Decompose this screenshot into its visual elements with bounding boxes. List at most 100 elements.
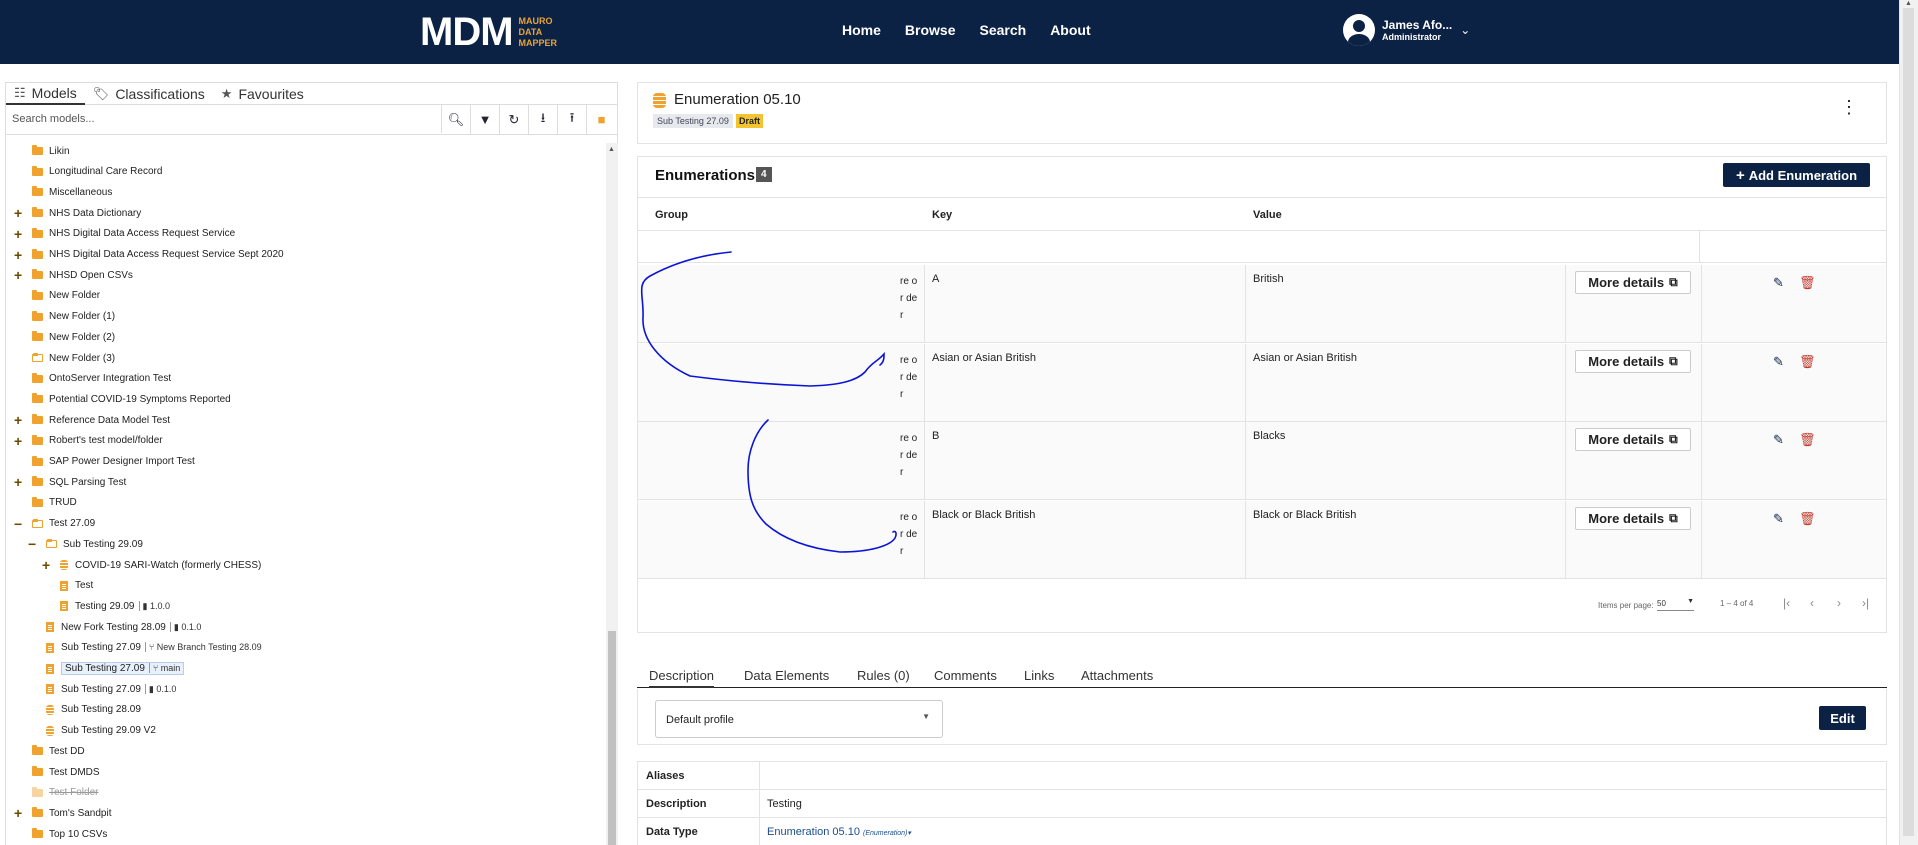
nav-browse[interactable]: Browse (905, 22, 956, 38)
delete-icon[interactable]: 🗑︎ (1799, 354, 1816, 370)
tree-item[interactable]: + Tom's Sandpit (14, 804, 112, 822)
tab-favourites[interactable]: ★ Favourites (213, 83, 312, 105)
edit-icon[interactable]: ✎ (1773, 354, 1784, 370)
tree-item[interactable]: Test (60, 577, 93, 595)
tree-item[interactable]: TRUD (32, 494, 77, 512)
refresh-button[interactable]: ↻ (500, 105, 529, 134)
tree-item[interactable]: Test DMDS (32, 763, 100, 781)
tree-item[interactable]: − Test 27.09 (14, 515, 95, 533)
search-button[interactable]: 🔍︎ (442, 105, 471, 134)
tab-description[interactable]: Description (649, 668, 715, 688)
delete-icon[interactable]: 🗑︎ (1799, 511, 1816, 527)
expand-icon[interactable]: + (14, 205, 26, 221)
nav-about[interactable]: About (1050, 22, 1090, 38)
tree-item[interactable]: Top 10 CSVs (32, 825, 107, 843)
more-details-button[interactable]: More details ⧉ (1575, 428, 1691, 451)
prev-page-icon[interactable]: ‹ (1810, 596, 1814, 610)
tab-rules[interactable]: Rules (0) (857, 668, 910, 683)
tree-item[interactable]: Sub Testing 29.09 V2 (46, 722, 156, 740)
tree-item[interactable]: + NHS Data Dictionary (14, 204, 141, 222)
tree-item[interactable]: Sub Testing 27.09 ▮ 0.1.0 (46, 680, 177, 698)
parent-badge[interactable]: Sub Testing 27.09 (653, 114, 733, 128)
tree-scrollbar[interactable]: ▲ (606, 143, 618, 845)
add-enumeration-button[interactable]: + Add Enumeration (1723, 163, 1870, 187)
more-details-button[interactable]: More details ⧉ (1575, 507, 1691, 530)
tree-item[interactable]: Potential COVID-19 Symptoms Reported (32, 390, 231, 408)
tab-classifications[interactable]: 🏷︎ Classifications (85, 83, 213, 105)
tree-item[interactable]: Sub Testing 27.09 ⑂ main (46, 660, 185, 678)
edit-button[interactable]: Edit (1819, 706, 1866, 730)
tab-links[interactable]: Links (1024, 668, 1054, 683)
first-page-icon[interactable]: |‹ (1783, 596, 1790, 610)
scroll-thumb[interactable] (1903, 8, 1914, 836)
expand-icon[interactable]: + (14, 433, 26, 449)
column-header-group[interactable]: Group (655, 209, 688, 221)
tree-item[interactable]: + SQL Parsing Test (14, 473, 126, 491)
tree-item[interactable]: New Folder (2) (32, 328, 115, 346)
expand-icon[interactable]: + (42, 557, 54, 573)
collapse-icon[interactable]: − (28, 536, 40, 552)
last-page-icon[interactable]: ›| (1862, 596, 1869, 610)
tree-item[interactable]: Miscellaneous (32, 183, 112, 201)
expand-icon[interactable]: + (14, 267, 26, 283)
page-scrollbar[interactable]: ▲ (1899, 0, 1918, 845)
delete-icon[interactable]: 🗑︎ (1799, 432, 1816, 448)
nav-search[interactable]: Search (979, 22, 1026, 38)
tree-item[interactable]: + Robert's test model/folder (14, 432, 163, 450)
filter-button[interactable]: ▼ (471, 105, 500, 134)
collapse-icon[interactable]: − (14, 516, 26, 532)
edit-icon[interactable]: ✎ (1773, 275, 1784, 291)
tab-data-elements[interactable]: Data Elements (744, 668, 829, 683)
search-models-input[interactable] (6, 105, 442, 133)
tab-models[interactable]: ☷ Models (6, 83, 85, 105)
download-button[interactable]: ⭳ (529, 105, 558, 134)
new-folder-button[interactable]: ■ (587, 105, 616, 134)
data-type-link[interactable]: Enumeration 05.10 (Enumeration)▾ (767, 826, 911, 838)
tree-item[interactable]: Test DD (32, 742, 85, 760)
tree-item[interactable]: Sub Testing 28.09 (46, 701, 141, 719)
reorder-handle[interactable]: re or de r (900, 352, 918, 403)
scroll-up-icon[interactable]: ▲ (1905, 0, 1912, 7)
edit-icon[interactable]: ✎ (1773, 511, 1784, 527)
scroll-up-icon[interactable]: ▲ (608, 146, 615, 153)
column-header-value[interactable]: Value (1253, 209, 1282, 221)
tree-item[interactable]: New Fork Testing 28.09 ▮ 0.1.0 (46, 618, 202, 636)
scroll-thumb[interactable] (608, 631, 616, 845)
mdm-logo[interactable]: MDM MAURO DATA MAPPER (420, 10, 557, 55)
tree-item[interactable]: + NHS Digital Data Access Request Service… (14, 246, 284, 264)
reorder-handle[interactable]: re or de r (900, 273, 918, 324)
user-menu[interactable]: James Afo... Administrator ⌄ (1343, 14, 1470, 46)
expand-icon[interactable]: + (14, 247, 26, 263)
tree-item[interactable]: OntoServer Integration Test (32, 370, 171, 388)
tree-item[interactable]: Test Folder (32, 784, 98, 802)
expand-icon[interactable]: + (14, 805, 26, 821)
expand-icon[interactable]: + (14, 226, 26, 242)
more-details-button[interactable]: More details ⧉ (1575, 350, 1691, 373)
page-size-select[interactable]: 50 ▼ (1657, 595, 1694, 611)
tree-item[interactable]: + NHSD Open CSVs (14, 266, 133, 284)
profile-select[interactable]: Default profile ▼ (655, 700, 943, 738)
tree-item[interactable]: New Folder (3) (32, 349, 115, 367)
more-details-button[interactable]: More details ⧉ (1575, 271, 1691, 294)
tree-item[interactable]: + Reference Data Model Test (14, 411, 170, 429)
tree-item[interactable]: New Folder (1) (32, 308, 115, 326)
edit-icon[interactable]: ✎ (1773, 432, 1784, 448)
nav-home[interactable]: Home (842, 22, 881, 38)
next-page-icon[interactable]: › (1837, 596, 1841, 610)
tree-item[interactable]: SAP Power Designer Import Test (32, 453, 195, 471)
tree-item[interactable]: Longitudinal Care Record (32, 163, 162, 181)
tree-item[interactable]: + COVID-19 SARI-Watch (formerly CHESS) (42, 556, 261, 574)
tree-item[interactable]: Testing 29.09 ▮ 1.0.0 (60, 597, 170, 615)
tab-comments[interactable]: Comments (934, 668, 997, 683)
column-header-key[interactable]: Key (932, 209, 952, 221)
expand-icon[interactable]: + (14, 474, 26, 490)
more-options-icon[interactable]: ⋮ (1840, 97, 1858, 118)
tree-item[interactable]: Sub Testing 27.09 ⑂ New Branch Testing 28… (46, 639, 262, 657)
tree-item[interactable]: Likin (32, 143, 70, 160)
tab-attachments[interactable]: Attachments (1081, 668, 1153, 683)
delete-icon[interactable]: 🗑︎ (1799, 275, 1816, 291)
expand-icon[interactable]: + (14, 412, 26, 428)
tree-item[interactable]: − Sub Testing 29.09 (28, 535, 143, 553)
reorder-handle[interactable]: re or de r (900, 509, 918, 560)
tree-item[interactable]: New Folder (32, 287, 100, 305)
